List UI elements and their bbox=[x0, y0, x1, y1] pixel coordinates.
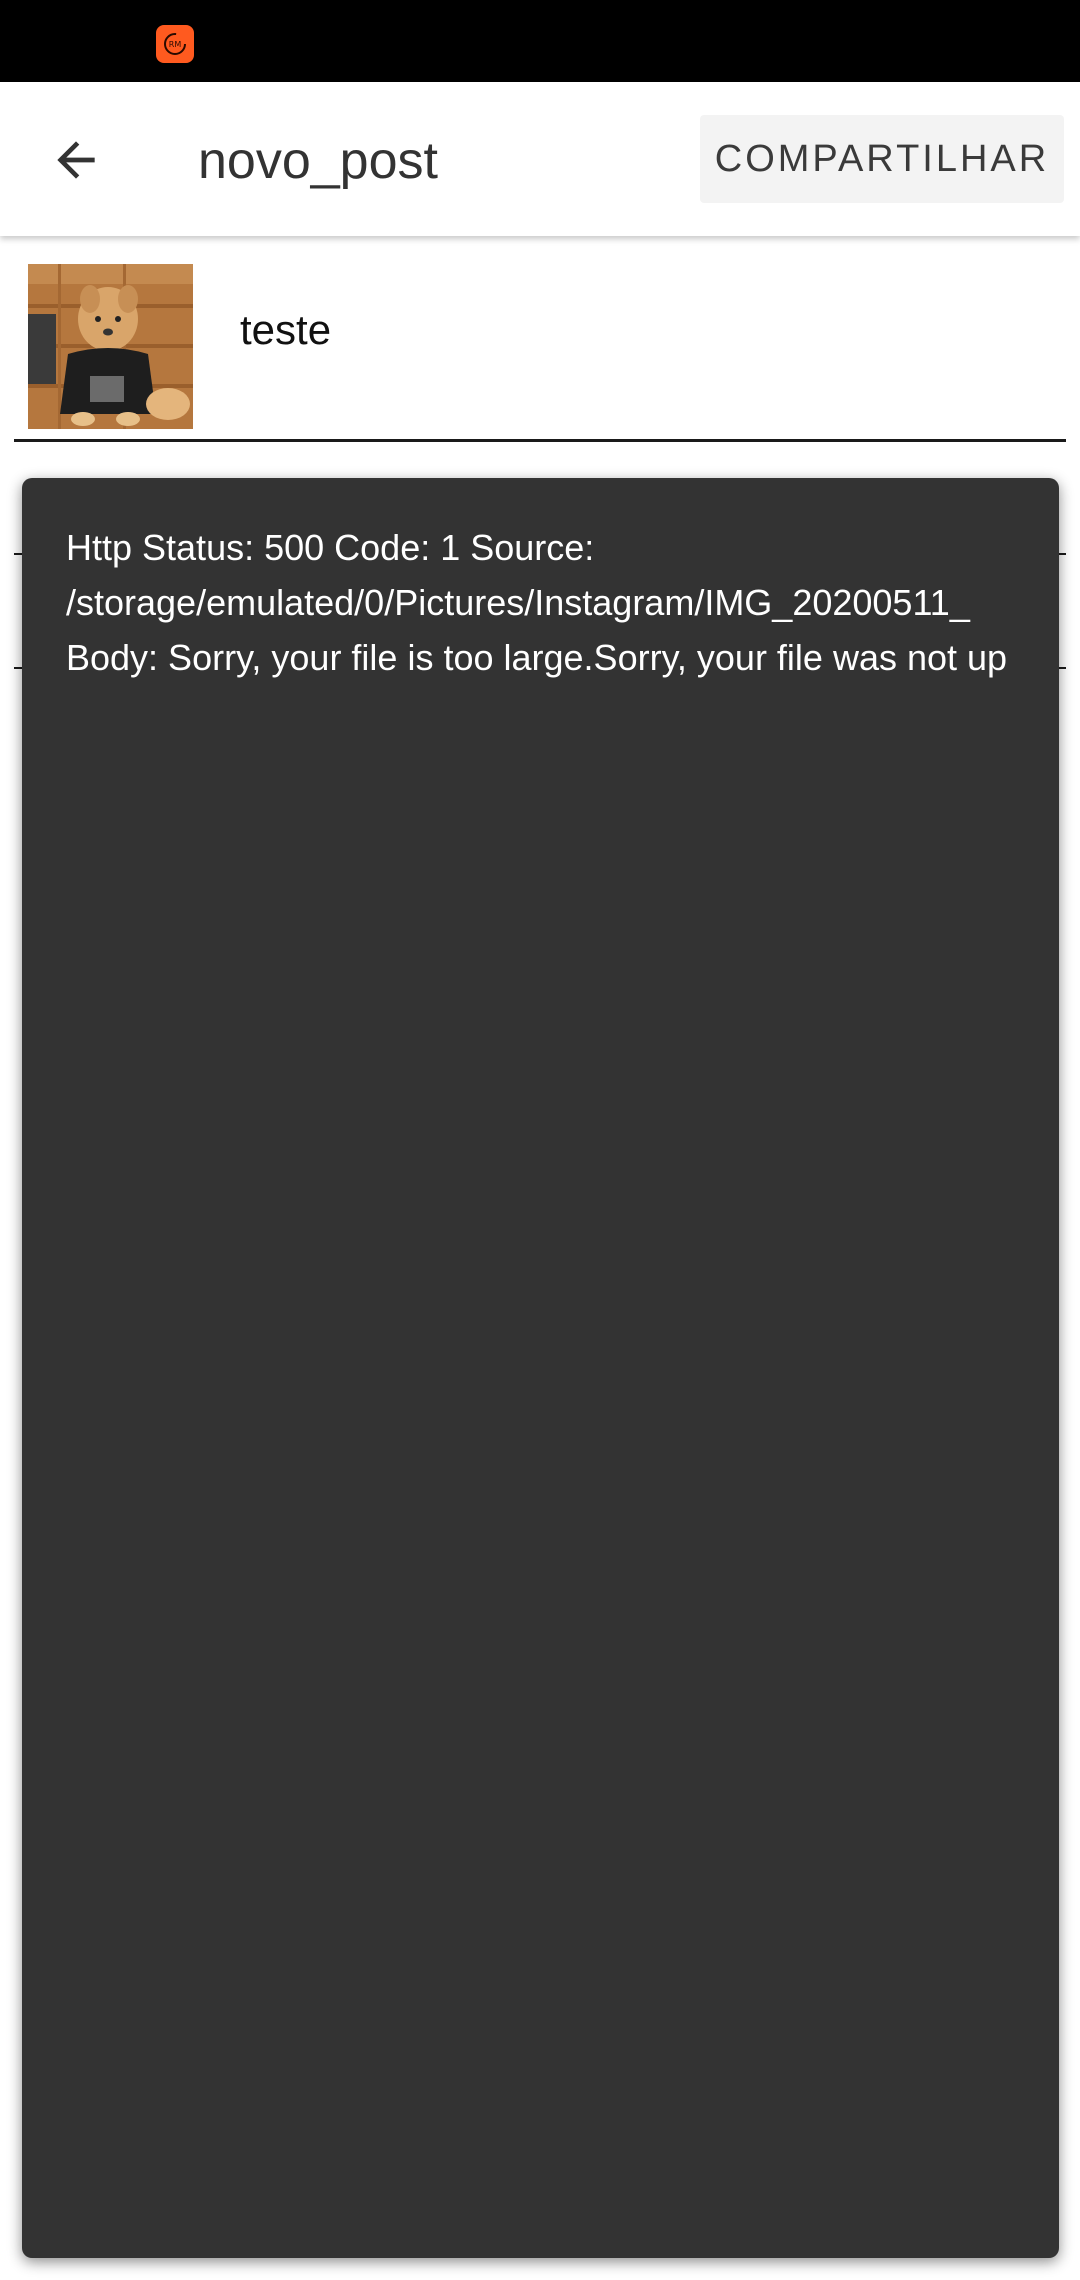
error-toast: Http Status: 500 Code: 1 Source: /storag… bbox=[22, 478, 1059, 2258]
page-title: novo_post bbox=[198, 132, 438, 190]
error-message-line: /storage/emulated/0/Pictures/Instagram/I… bbox=[66, 582, 970, 623]
post-row: teste bbox=[0, 236, 1080, 446]
photo-thumbnail[interactable] bbox=[28, 264, 193, 429]
error-message: Http Status: 500 Code: 1 Source: /storag… bbox=[66, 520, 1059, 685]
arrow-left-icon bbox=[57, 141, 95, 179]
status-bar: RM bbox=[0, 0, 1080, 82]
share-button[interactable]: COMPARTILHAR bbox=[700, 115, 1064, 203]
screen-recorder-icon: RM bbox=[156, 25, 194, 63]
svg-text:RM: RM bbox=[169, 40, 182, 49]
divider bbox=[14, 439, 1066, 442]
back-button[interactable] bbox=[36, 120, 116, 200]
caption-field[interactable]: teste bbox=[240, 300, 331, 360]
error-message-line: Body: Sorry, your file is too large.Sorr… bbox=[66, 637, 1008, 678]
app-bar: novo_post COMPARTILHAR bbox=[0, 82, 1080, 236]
error-message-line: Http Status: 500 Code: 1 Source: bbox=[66, 527, 595, 568]
